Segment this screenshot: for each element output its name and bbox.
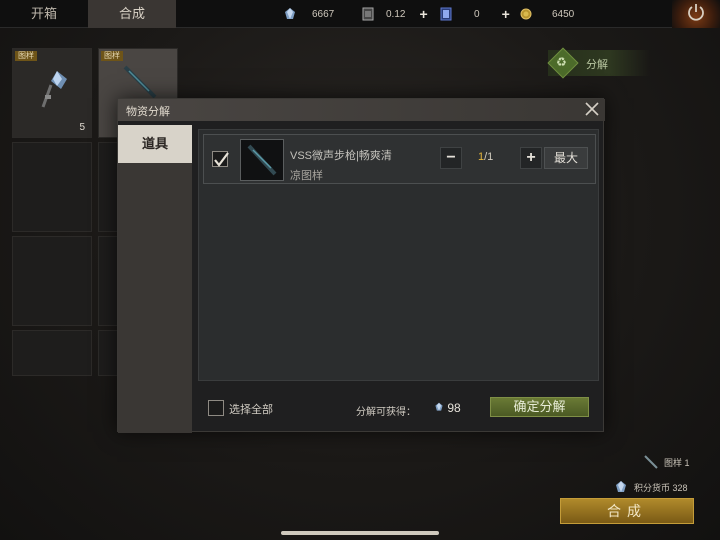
item-thumbnail	[240, 139, 284, 181]
select-all-checkbox[interactable]	[208, 400, 224, 416]
resource-card: 0.12 +	[362, 6, 428, 22]
rifle-icon	[644, 455, 658, 469]
ticket-icon	[440, 7, 452, 21]
gain-amount: 98	[447, 401, 461, 415]
resource-ticket: 0 +	[440, 6, 510, 22]
item-count: 5	[79, 122, 85, 133]
inventory-slot-5[interactable]	[12, 236, 92, 326]
pattern-info: 图样 1	[644, 455, 690, 469]
decompose-label: 分解	[586, 59, 608, 71]
checkmark-icon	[214, 152, 229, 167]
card-amount: 0.12	[386, 8, 406, 20]
confirm-decompose-button[interactable]: 确定分解	[490, 397, 589, 417]
decompose-modal: 物资分解 道具 VSS微声步枪|畅爽清 凉图样 − 1/1 + 最大 选择全部 …	[117, 98, 605, 433]
pattern-tag: 图样	[15, 51, 37, 61]
gain-label: 分解可获得：	[356, 407, 416, 418]
quantity-total: /1	[484, 151, 494, 163]
select-all-label: 选择全部	[229, 404, 273, 416]
item-list: VSS微声步枪|畅爽清 凉图样 − 1/1 + 最大	[198, 129, 599, 381]
inventory-slot-7[interactable]	[12, 330, 92, 376]
gain-value: 98	[434, 401, 461, 415]
resource-coin: 6450	[520, 6, 574, 22]
item-name: VSS微声步枪|畅爽清	[290, 150, 392, 162]
crystal-icon	[616, 481, 626, 492]
crystal-icon	[285, 8, 295, 19]
max-button[interactable]: 最大	[544, 147, 588, 169]
tab-craft[interactable]: 合成	[88, 0, 176, 28]
quantity-display: 1/1	[478, 151, 493, 163]
list-item[interactable]: VSS微声步枪|畅爽清 凉图样 − 1/1 + 最大	[203, 134, 596, 184]
add-card-button[interactable]: +	[419, 6, 427, 22]
inventory-slot-1[interactable]: 图样 5	[12, 48, 92, 138]
power-button[interactable]	[672, 0, 720, 28]
resource-crystal: 6667	[284, 6, 334, 22]
close-icon[interactable]	[583, 100, 601, 118]
inventory-slot-3[interactable]	[12, 142, 92, 232]
power-icon	[688, 4, 704, 21]
decompose-button[interactable]: ♻ 分解	[547, 47, 650, 79]
rifle-icon	[123, 65, 157, 99]
tab-items[interactable]: 道具	[118, 125, 192, 163]
decrease-button[interactable]: −	[440, 147, 462, 169]
points-info: 积分货币 328	[614, 480, 688, 494]
add-ticket-button[interactable]: +	[502, 6, 510, 22]
card-icon	[362, 7, 374, 21]
points-amount: 积分货币 328	[634, 482, 688, 493]
pattern-tag: 图样	[101, 51, 123, 61]
modal-title: 物资分解	[126, 106, 170, 118]
modal-sidebar: 道具	[118, 125, 192, 433]
craft-button[interactable]: 合成	[560, 498, 694, 524]
item-subtitle: 凉图样	[290, 170, 323, 182]
crystal-icon	[41, 71, 67, 108]
home-indicator	[281, 531, 439, 535]
pattern-count: 图样 1	[664, 457, 690, 468]
coin-icon	[520, 8, 532, 20]
crystal-amount: 6667	[312, 8, 335, 20]
increase-button[interactable]: +	[520, 147, 542, 169]
ticket-amount: 0	[474, 8, 480, 20]
modal-header: 物资分解	[118, 99, 605, 121]
coin-amount: 6450	[552, 8, 575, 20]
recycle-glyph: ♻	[556, 55, 567, 69]
tab-open-box[interactable]: 开箱	[0, 0, 88, 28]
rifle-icon	[247, 144, 277, 176]
item-checkbox[interactable]	[212, 151, 229, 167]
crystal-icon	[435, 402, 443, 411]
